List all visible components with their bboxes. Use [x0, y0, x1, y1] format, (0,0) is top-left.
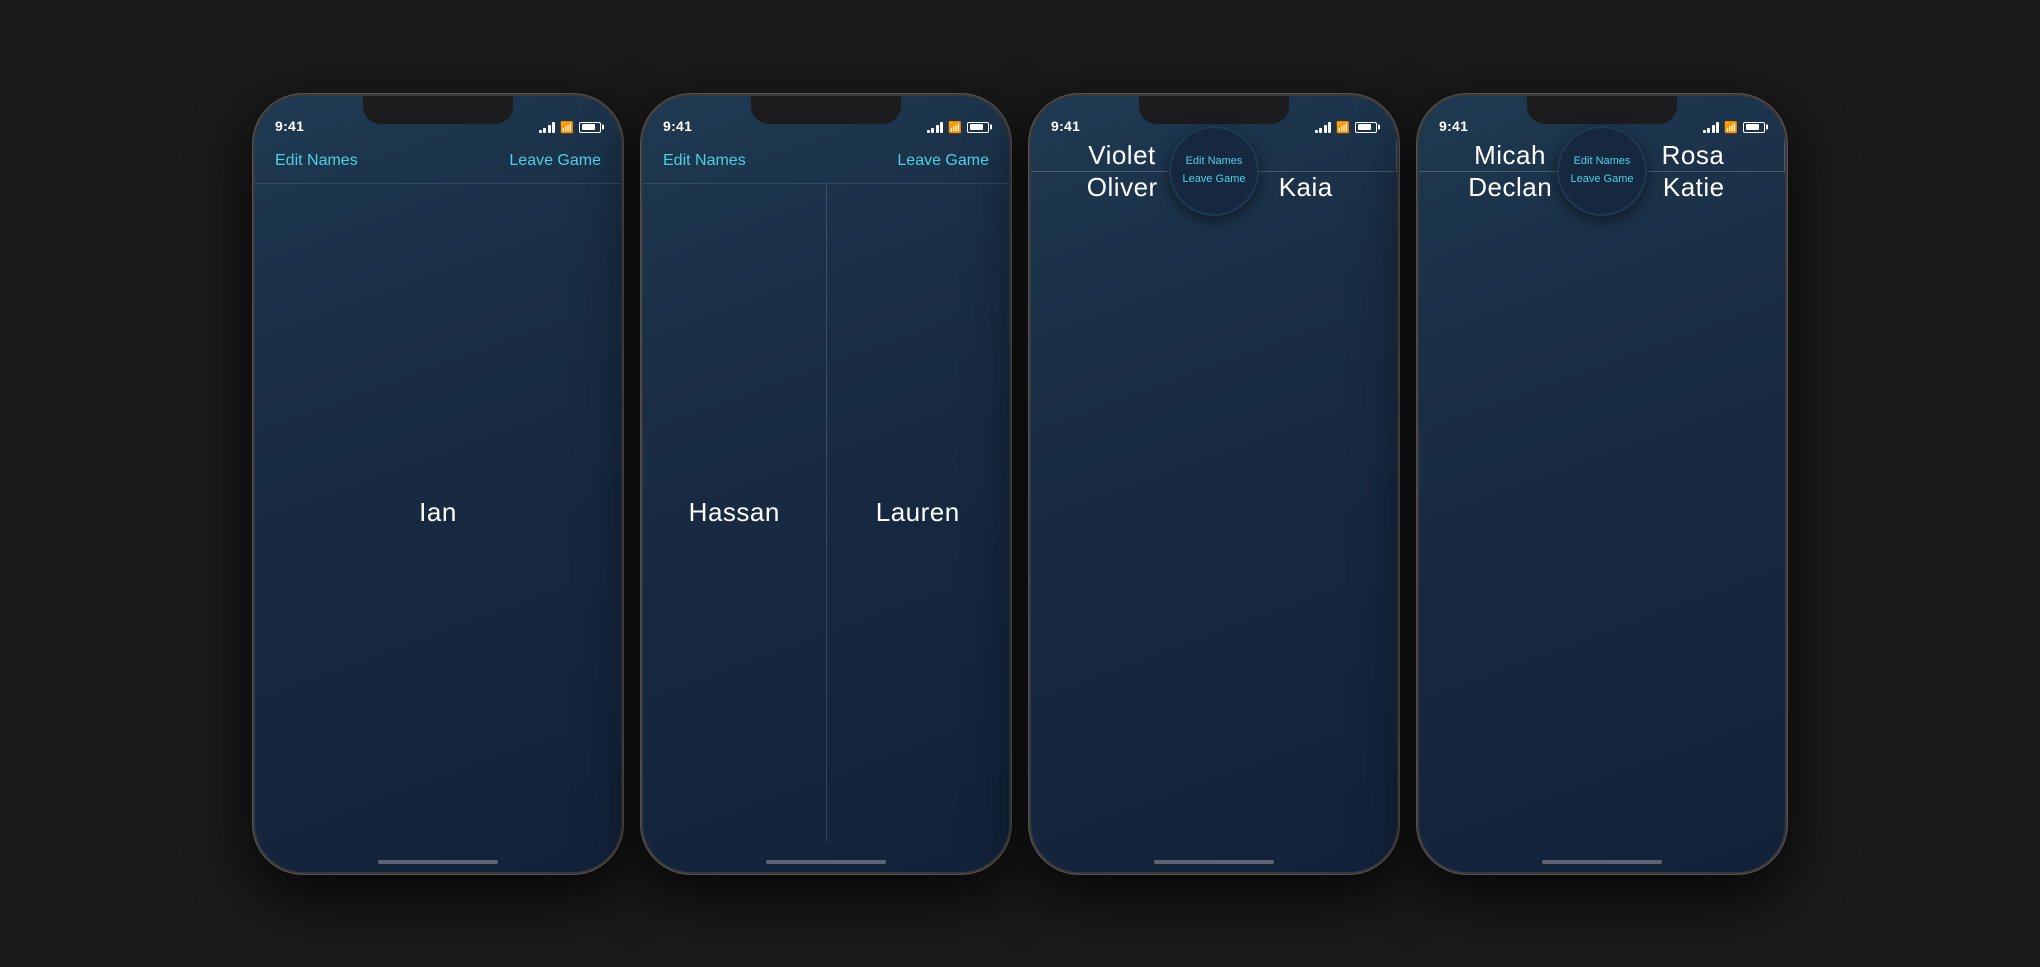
- home-indicator-1: [378, 860, 498, 864]
- signal-icon-1: [539, 121, 556, 133]
- center-edit-btn-4[interactable]: Edit Names: [1574, 153, 1631, 171]
- wifi-icon-4: 📶: [1724, 121, 1738, 134]
- signal-icon-2: [927, 121, 944, 133]
- wifi-icon-2: 📶: [948, 121, 962, 134]
- status-icons-2: 📶: [927, 121, 989, 134]
- leave-game-btn-1[interactable]: Leave Game: [509, 152, 601, 170]
- player-name-katie: Katie: [1663, 172, 1725, 203]
- player-cell-lauren[interactable]: Lauren: [827, 184, 1010, 842]
- time-2: 9:41: [663, 118, 692, 134]
- status-icons-1: 📶: [539, 121, 601, 134]
- player-name-lauren: Lauren: [876, 497, 960, 528]
- signal-icon-4: [1703, 121, 1720, 133]
- phone-3: 9:41 📶 Violet: [1029, 94, 1399, 874]
- phone-2-inner: 9:41 📶 Edit Names Leave Game Hassan: [643, 96, 1009, 872]
- nav-bar-1: Edit Names Leave Game: [255, 140, 621, 184]
- center-menu-3[interactable]: Edit Names Leave Game: [1169, 126, 1259, 216]
- center-leave-btn-3[interactable]: Leave Game: [1183, 171, 1246, 189]
- signal-icon-3: [1315, 121, 1332, 133]
- game-area-2: Hassan Lauren: [643, 184, 1009, 842]
- game-area-4: Micah Rosa Edit Names Leave Game Declan: [1419, 140, 1785, 203]
- player-name-rosa: Rosa: [1662, 140, 1725, 171]
- row-top-4: Micah Rosa Edit Names Leave Game: [1419, 140, 1785, 172]
- notch-3: [1139, 96, 1289, 124]
- home-indicator-2: [766, 860, 886, 864]
- leave-game-btn-2[interactable]: Leave Game: [897, 152, 989, 170]
- center-leave-btn-4[interactable]: Leave Game: [1571, 171, 1634, 189]
- notch-2: [751, 96, 901, 124]
- phone-1: 9:41 📶 Edit Names Leave Game Ian: [253, 94, 623, 874]
- phone-2: 9:41 📶 Edit Names Leave Game Hassan: [641, 94, 1011, 874]
- battery-icon-2: [967, 122, 989, 133]
- battery-icon-1: [579, 122, 601, 133]
- wifi-icon-3: 📶: [1336, 121, 1350, 134]
- phone-collection: 9:41 📶 Edit Names Leave Game Ian: [253, 94, 1787, 874]
- player-name-micah: Micah: [1474, 140, 1546, 171]
- time-1: 9:41: [275, 118, 304, 134]
- battery-icon-4: [1743, 122, 1765, 133]
- time-3: 9:41: [1051, 118, 1080, 134]
- row-top-3: Violet Edit Names Leave Game: [1031, 140, 1397, 172]
- phone-3-inner: 9:41 📶 Violet: [1031, 96, 1397, 872]
- status-icons-4: 📶: [1703, 121, 1765, 134]
- notch-1: [363, 96, 513, 124]
- center-menu-4[interactable]: Edit Names Leave Game: [1557, 126, 1647, 216]
- battery-icon-3: [1355, 122, 1377, 133]
- wifi-icon-1: 📶: [560, 121, 574, 134]
- home-indicator-4: [1542, 860, 1662, 864]
- player-name-violet: Violet: [1088, 140, 1156, 171]
- player-name-oliver: Oliver: [1087, 172, 1158, 203]
- player-cell-ian[interactable]: Ian: [255, 184, 621, 842]
- edit-names-btn-2[interactable]: Edit Names: [663, 152, 746, 170]
- phone-4-inner: 9:41 📶 Micah Rosa: [1419, 96, 1785, 872]
- time-4: 9:41: [1439, 118, 1468, 134]
- nav-bar-2: Edit Names Leave Game: [643, 140, 1009, 184]
- game-area-3: Violet Edit Names Leave Game Oliver: [1031, 140, 1397, 203]
- player-name-hassan: Hassan: [689, 497, 780, 528]
- player-name-kaia: Kaia: [1279, 172, 1333, 203]
- player-name-ian: Ian: [419, 497, 457, 528]
- game-area-1: Ian: [255, 184, 621, 842]
- phone-4: 9:41 📶 Micah Rosa: [1417, 94, 1787, 874]
- player-name-declan: Declan: [1468, 172, 1552, 203]
- notch-4: [1527, 96, 1677, 124]
- phone-1-inner: 9:41 📶 Edit Names Leave Game Ian: [255, 96, 621, 872]
- edit-names-btn-1[interactable]: Edit Names: [275, 152, 358, 170]
- player-cell-hassan[interactable]: Hassan: [643, 184, 827, 842]
- home-indicator-3: [1154, 860, 1274, 864]
- status-icons-3: 📶: [1315, 121, 1377, 134]
- center-edit-btn-3[interactable]: Edit Names: [1186, 153, 1243, 171]
